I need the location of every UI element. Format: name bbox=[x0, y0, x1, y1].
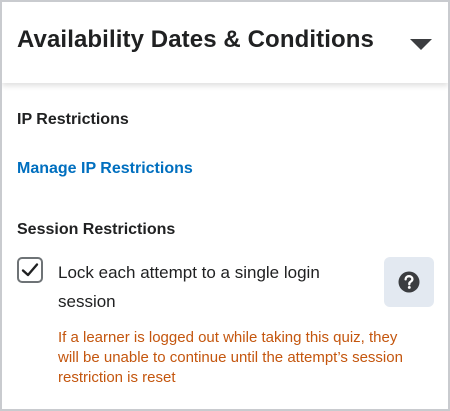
checkmark-icon bbox=[21, 263, 39, 277]
collapse-toggle-button[interactable] bbox=[404, 28, 438, 58]
ip-restrictions-heading: IP Restrictions bbox=[17, 111, 129, 128]
manage-ip-restrictions-link[interactable]: Manage IP Restrictions bbox=[17, 160, 193, 178]
question-circle-icon bbox=[398, 271, 420, 293]
lock-session-label[interactable]: Lock each attempt to a single login sess… bbox=[58, 258, 358, 316]
panel-title: Availability Dates & Conditions bbox=[17, 26, 374, 53]
session-restrictions-heading: Session Restrictions bbox=[17, 221, 176, 238]
lock-session-checkbox[interactable] bbox=[17, 257, 43, 283]
session-restriction-warning: If a learner is logged out while taking … bbox=[58, 329, 403, 386]
availability-panel: Availability Dates & Conditions IP Restr… bbox=[0, 0, 450, 411]
caret-down-icon bbox=[410, 39, 432, 50]
panel-header: Availability Dates & Conditions bbox=[2, 2, 448, 83]
help-button[interactable] bbox=[384, 257, 434, 307]
